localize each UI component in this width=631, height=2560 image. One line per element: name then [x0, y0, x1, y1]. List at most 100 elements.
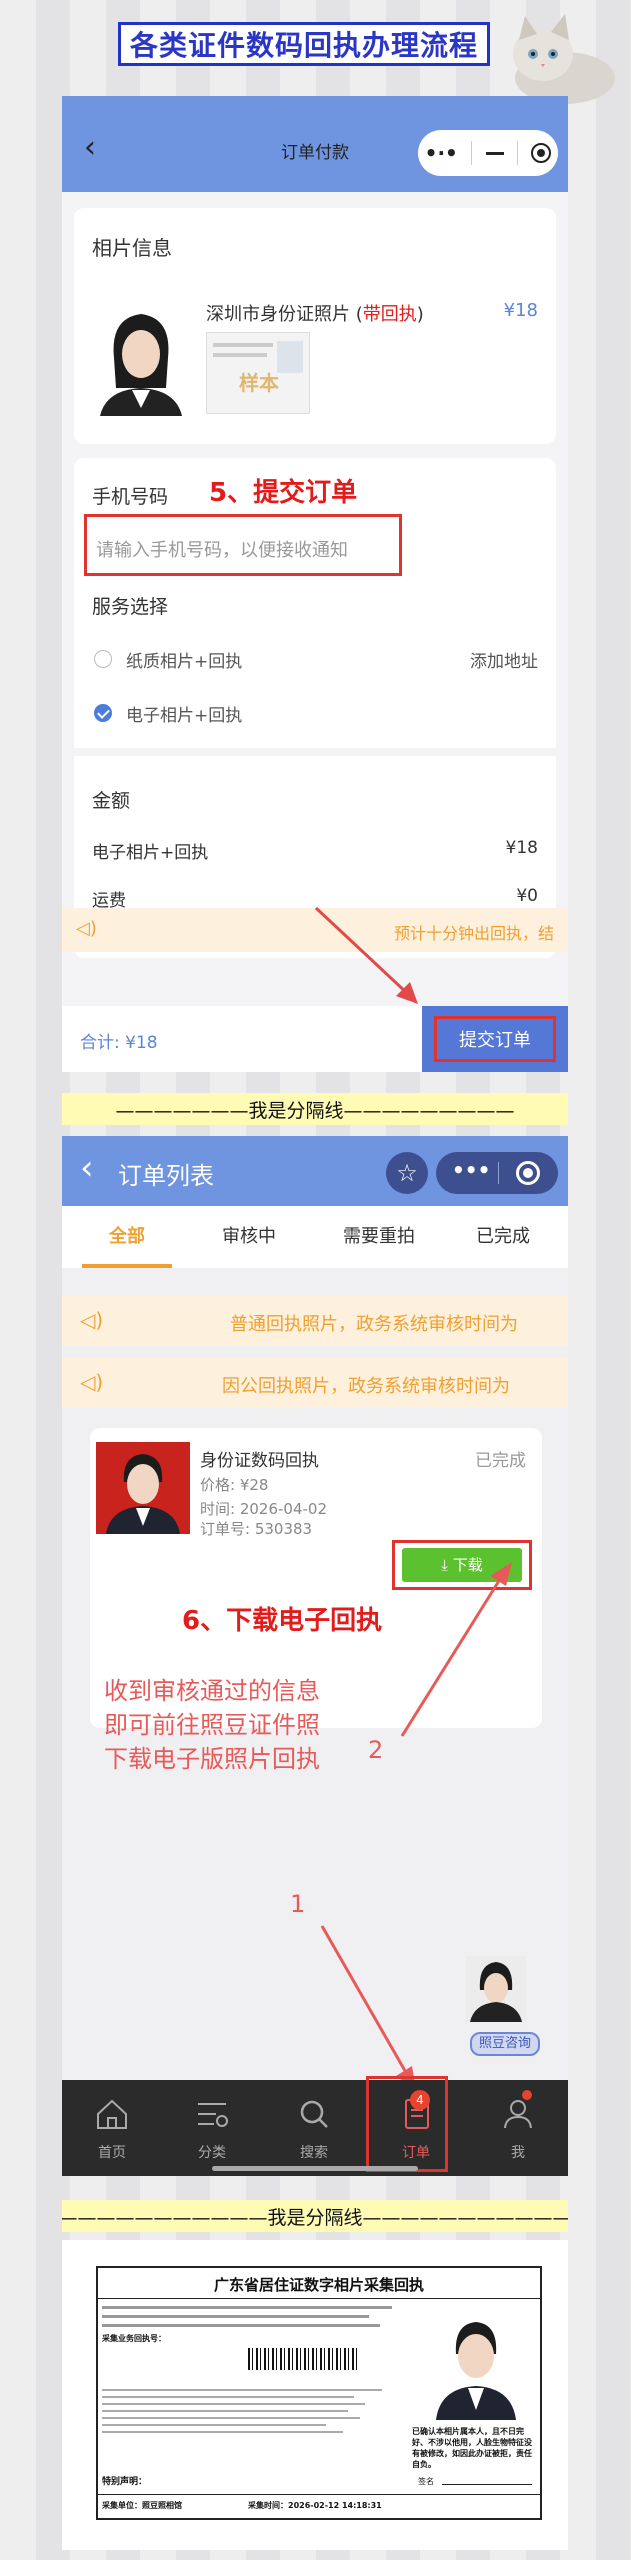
back-arrow-icon[interactable]: ‹	[80, 1148, 94, 1188]
tab-orders[interactable]: 4 订单	[366, 2076, 466, 2176]
tab-search[interactable]: 搜索	[264, 2080, 364, 2176]
close-icon[interactable]	[531, 143, 552, 163]
favorite-star-icon[interactable]: ☆	[386, 1152, 428, 1194]
receipt-notes	[102, 2384, 382, 2474]
mini-program-capsule: •••	[436, 1152, 558, 1194]
receipt-frame: 广东省居住证数字相片采集回执 采集业务回执号： 特别声明： 采集单位：照豆照相馆…	[96, 2266, 542, 2520]
orders-tab-highlight	[366, 2076, 448, 2172]
nav-bar: ‹ 订单付款 •·•	[62, 96, 568, 192]
home-icon	[97, 2099, 127, 2129]
paper-option-label[interactable]: 纸质相片+回执	[126, 647, 242, 672]
notice-bar-1: ◁) 普通回执照片，政务系统审核时间为	[62, 1296, 568, 1346]
order-photo-thumbnail	[96, 1442, 190, 1534]
tab-all[interactable]: 全部	[82, 1206, 172, 1268]
tab-search-label: 搜索	[300, 2145, 328, 2161]
submit-order-label[interactable]: 提交订单	[434, 1016, 556, 1062]
sample-portrait	[277, 341, 303, 373]
receipt-sample-thumbnail: 样本	[206, 332, 310, 414]
divider-band: ———————我是分隔线—————————	[62, 1093, 568, 1125]
arrow-to-download	[400, 1562, 512, 1737]
id-photo-thumbnail	[92, 298, 190, 416]
confirmation-note: 已确认本相片属本人，且不日完好、不涉以他用，人脸生物特征没有被修改，如因此办证被…	[412, 2427, 532, 2469]
speaker-icon: ◁)	[76, 918, 97, 939]
instruction-text: 收到审核通过的信息 即可前往照豆证件照 下载电子版照片回执	[104, 1674, 320, 1776]
receipt-rule	[98, 2298, 540, 2299]
nav-bar: ‹ 订单列表 ☆ •••	[62, 1136, 568, 1206]
home-indicator	[212, 2166, 418, 2171]
tab-reviewing[interactable]: 审核中	[204, 1206, 294, 1268]
step-number-2: 2	[368, 1736, 384, 1764]
order-number: 订单号: 530383	[200, 1520, 313, 1538]
product-name-highlight: 带回执	[362, 304, 417, 325]
electronic-option-radio[interactable]	[94, 704, 112, 722]
sample-line	[213, 343, 273, 347]
order-form-card: 手机号码 5、提交订单 请输入手机号码，以便接收通知 服务选择 纸质相片+回执 …	[74, 458, 556, 958]
user-icon	[504, 2100, 532, 2129]
search-icon	[300, 2100, 328, 2128]
product-name-end: )	[416, 304, 424, 325]
photo-info-card: 相片信息 深圳市身份证照片 (带回执) ¥18 样本	[74, 208, 556, 444]
barcode	[248, 2348, 358, 2370]
capsule-divider	[471, 141, 473, 165]
instruction-line: 下载电子版照片回执	[104, 1745, 320, 1773]
more-icon[interactable]: •••	[452, 1158, 490, 1182]
bottom-tab-bar: 首页 分类 搜索 4 订单 我	[62, 2076, 568, 2176]
signature-label: 签名	[418, 2477, 434, 2486]
photo-section-title: 相片信息	[92, 236, 172, 260]
step-number-1: 1	[290, 1890, 306, 1918]
me-red-dot	[522, 2090, 532, 2100]
tab-completed[interactable]: 已完成	[458, 1206, 548, 1268]
tab-home[interactable]: 首页	[62, 2080, 162, 2176]
electronic-option-label[interactable]: 电子相片+回执	[126, 701, 242, 726]
orders-badge: 4	[410, 2090, 430, 2110]
signature-line	[442, 2484, 532, 2485]
section-gap	[74, 748, 556, 756]
shipping-value: ¥0	[516, 886, 538, 906]
capsule-divider	[516, 141, 518, 165]
collect-time: 采集时间：2026-02-12 14:18:31	[248, 2501, 382, 2510]
capsule-divider	[498, 1162, 499, 1184]
collect-unit: 采集单位：照豆照相馆	[102, 2501, 182, 2510]
tab-home-label: 首页	[98, 2145, 126, 2161]
guide-title-banner: 各类证件数码回执办理流程	[118, 22, 490, 66]
more-icon[interactable]: •·•	[425, 141, 458, 165]
tab-retake[interactable]: 需要重拍	[324, 1206, 434, 1268]
order-time: 时间: 2026-04-02	[200, 1500, 327, 1518]
instruction-line: 收到审核通过的信息	[104, 1677, 320, 1705]
special-statement: 特别声明：	[102, 2477, 148, 2487]
consult-avatar[interactable]	[466, 1956, 526, 2022]
sample-line	[213, 353, 267, 357]
add-address-link[interactable]: 添加地址	[470, 647, 538, 672]
consult-button[interactable]: 照豆咨询	[470, 2032, 540, 2056]
page-title: 订单列表	[118, 1162, 214, 1190]
guide-title: 各类证件数码回执办理流程	[129, 29, 478, 62]
instruction-line: 即可前往照豆证件照	[104, 1711, 320, 1739]
order-title: 身份证数码回执	[200, 1451, 319, 1471]
arrow-to-submit	[314, 906, 418, 1004]
receipt-portrait	[428, 2310, 524, 2420]
amount-item-value: ¥18	[505, 838, 538, 858]
minimize-icon[interactable]	[485, 151, 504, 155]
order-tabs: 全部 审核中 需要重拍 已完成	[62, 1206, 568, 1268]
total-amount: 合计: ¥18	[80, 1033, 158, 1053]
tab-me-label: 我	[511, 2145, 525, 2161]
cat-illustration	[513, 14, 615, 104]
divider-band-2: ———————————我是分隔线———————————	[62, 2200, 568, 2232]
receipt-rule	[98, 2494, 540, 2495]
tab-me[interactable]: 我	[468, 2080, 568, 2176]
notice-text-1: 普通回执照片，政务系统审核时间为	[230, 1314, 518, 1335]
tab-category[interactable]: 分类	[162, 2080, 262, 2176]
close-icon[interactable]	[516, 1161, 540, 1185]
order-list-screen: ‹ 订单列表 ☆ ••• 全部 审核中 需要重拍 已完成 ◁) 普通回执照片，政…	[62, 1136, 568, 2176]
phone-label: 手机号码	[92, 486, 169, 508]
phone-input[interactable]: 请输入手机号码，以便接收通知	[96, 536, 348, 562]
speaker-icon: ◁)	[80, 1370, 104, 1394]
paper-option-radio[interactable]	[94, 650, 112, 668]
category-icon	[198, 2103, 228, 2127]
service-section-title: 服务选择	[92, 596, 169, 618]
submit-order-button[interactable]: 提交订单	[422, 1006, 568, 1072]
notice-text-2: 因公回执照片，政务系统审核时间为	[222, 1376, 510, 1397]
speaker-icon: ◁)	[80, 1308, 104, 1332]
receipt-document: 广东省居住证数字相片采集回执 采集业务回执号： 特别声明： 采集单位：照豆照相馆…	[62, 2240, 568, 2550]
step5-callout: 5、提交订单	[209, 478, 358, 508]
